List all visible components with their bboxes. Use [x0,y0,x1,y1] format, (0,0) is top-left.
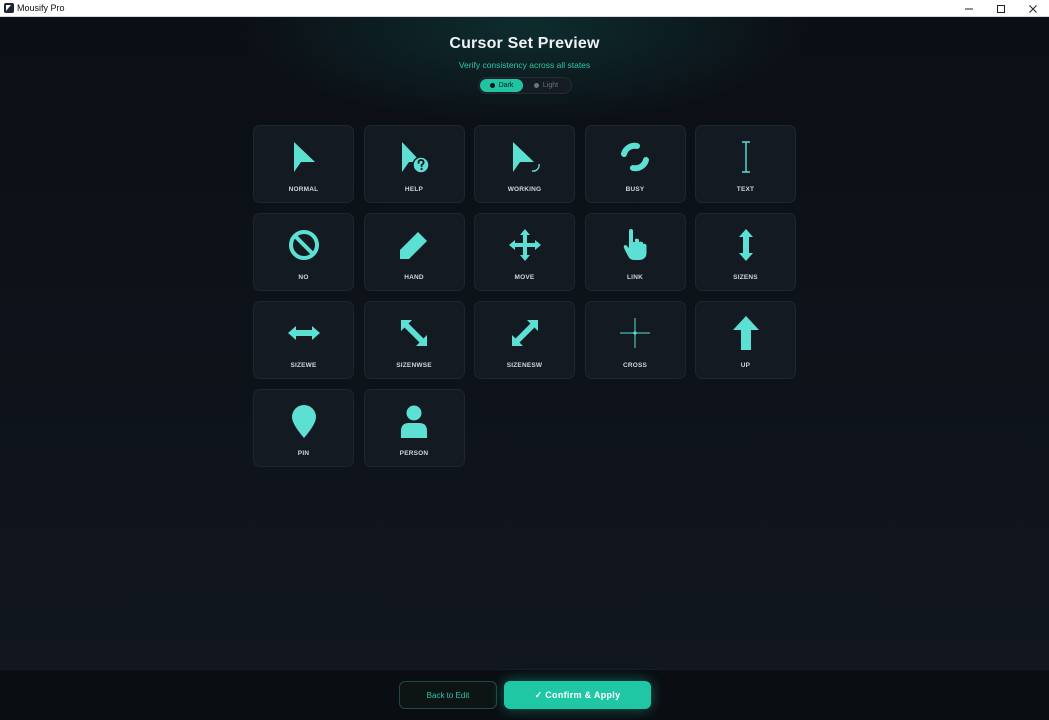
cursor-label: SIZENWSE [396,362,432,369]
up-arrow-icon [729,316,763,350]
cursor-label: LINK [627,274,643,281]
pencil-icon [397,228,431,262]
cursor-card-sizenwse[interactable]: SIZENWSE [363,301,465,379]
cursor-card-normal[interactable]: NORMAL [253,125,354,203]
app-logo-icon [4,3,14,13]
cursor-card-link[interactable]: LINK [584,213,686,291]
cursor-label: CROSS [622,362,648,369]
cursor-card-sizenesw[interactable]: SIZENESW [474,301,575,379]
theme-toggle: Dark Light [478,77,572,94]
crosshair-icon [618,316,652,350]
cursor-card-sizens[interactable]: SIZENS [695,213,796,291]
resize-nesw-icon [508,316,542,350]
cursor-card-busy[interactable]: BUSY [584,125,686,203]
resize-vertical-icon [729,228,763,262]
theme-option-label: Light [542,82,559,89]
move-icon [508,228,542,262]
footer-bar: Back to Edit ✓ Confirm & Apply [0,669,1049,720]
close-icon[interactable] [1017,0,1049,17]
cursor-label: SIZEWE [290,362,317,369]
cursor-label: SIZENESW [506,362,543,369]
cursor-card-sizewe[interactable]: SIZEWE [253,301,354,379]
cursor-card-help[interactable]: HELP [363,125,465,203]
no-symbol-icon [287,228,321,262]
page-title: Cursor Set Preview [449,35,600,52]
hand-pointer-icon [618,228,652,262]
resize-horizontal-icon [287,316,321,350]
page-subtitle: Verify consistency across all states [458,60,591,70]
cursor-card-working[interactable]: WORKING [474,125,575,203]
title-bar: Mousify Pro [0,0,1049,17]
cursor-label: UP [740,362,751,369]
cursor-label: HAND [404,274,424,281]
cursor-label: WORKING [507,186,542,193]
cursor-label: NORMAL [288,186,319,193]
cursor-label: NO [298,274,309,281]
resize-nwse-icon [397,316,431,350]
cursor-grid: NORMAL HELP WORKING BUSY TEXT NO HAND MO… [253,125,796,467]
cursor-card-hand[interactable]: HAND [363,213,465,291]
cursor-card-move[interactable]: MOVE [474,213,575,291]
text-ibeam-icon [729,140,763,174]
cursor-card-pin[interactable]: PIN [253,389,354,467]
confirm-apply-button[interactable]: ✓ Confirm & Apply [504,681,651,709]
arrow-working-icon [508,140,542,174]
cursor-label: TEXT [736,186,755,193]
cursor-label: MOVE [514,274,535,281]
arrow-help-icon [397,140,431,174]
dot-icon [489,83,495,88]
person-icon [397,404,431,438]
theme-option-light[interactable]: Light [523,79,569,92]
cursor-card-no[interactable]: NO [253,213,354,291]
cursor-label: BUSY [625,186,645,193]
theme-option-label: Dark [498,82,514,89]
cursor-card-up[interactable]: UP [695,301,796,379]
pin-icon [287,404,321,438]
cursor-card-text[interactable]: TEXT [695,125,796,203]
window-title: Mousify Pro [17,3,65,13]
cursor-label: SIZENS [733,274,758,281]
cursor-label: PIN [297,450,310,457]
cursor-label: HELP [404,186,424,193]
cursor-card-cross[interactable]: CROSS [584,301,686,379]
cursor-card-person[interactable]: PERSON [363,389,465,467]
back-to-edit-button[interactable]: Back to Edit [399,681,497,709]
arrow-icon [287,140,321,174]
main-content: Cursor Set Preview Verify consistency ac… [0,17,1049,669]
window-controls [953,0,1049,17]
busy-spinner-icon [618,140,652,174]
theme-option-dark[interactable]: Dark [480,79,523,92]
maximize-icon[interactable] [985,0,1017,17]
minimize-icon[interactable] [953,0,985,17]
cursor-label: PERSON [399,450,429,457]
dot-icon [533,83,539,88]
